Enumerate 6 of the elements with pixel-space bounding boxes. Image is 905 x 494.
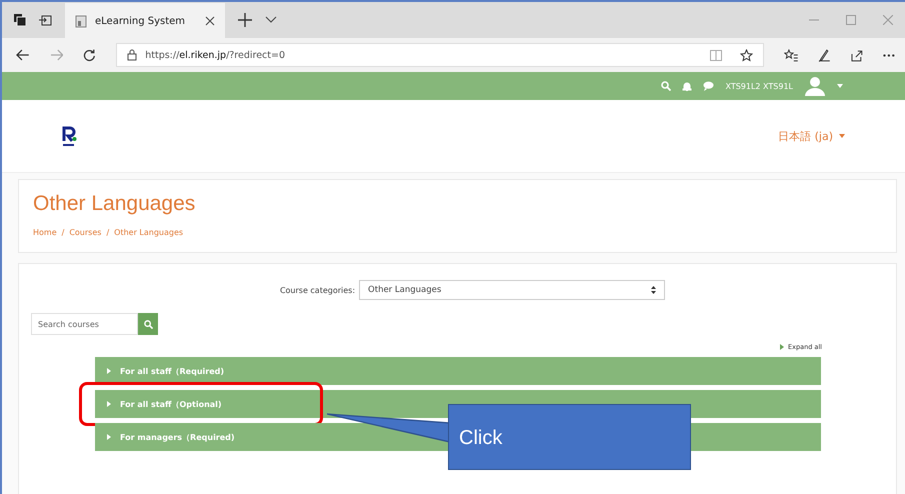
breadcrumb-separator: / [106,228,110,237]
field-label: Course categories: [280,286,356,294]
breadcrumb-separator: / [62,228,64,237]
callout-box: Click [448,404,691,470]
page-title: Other Languages [33,192,196,216]
tab-title: eLearning System [95,16,186,26]
